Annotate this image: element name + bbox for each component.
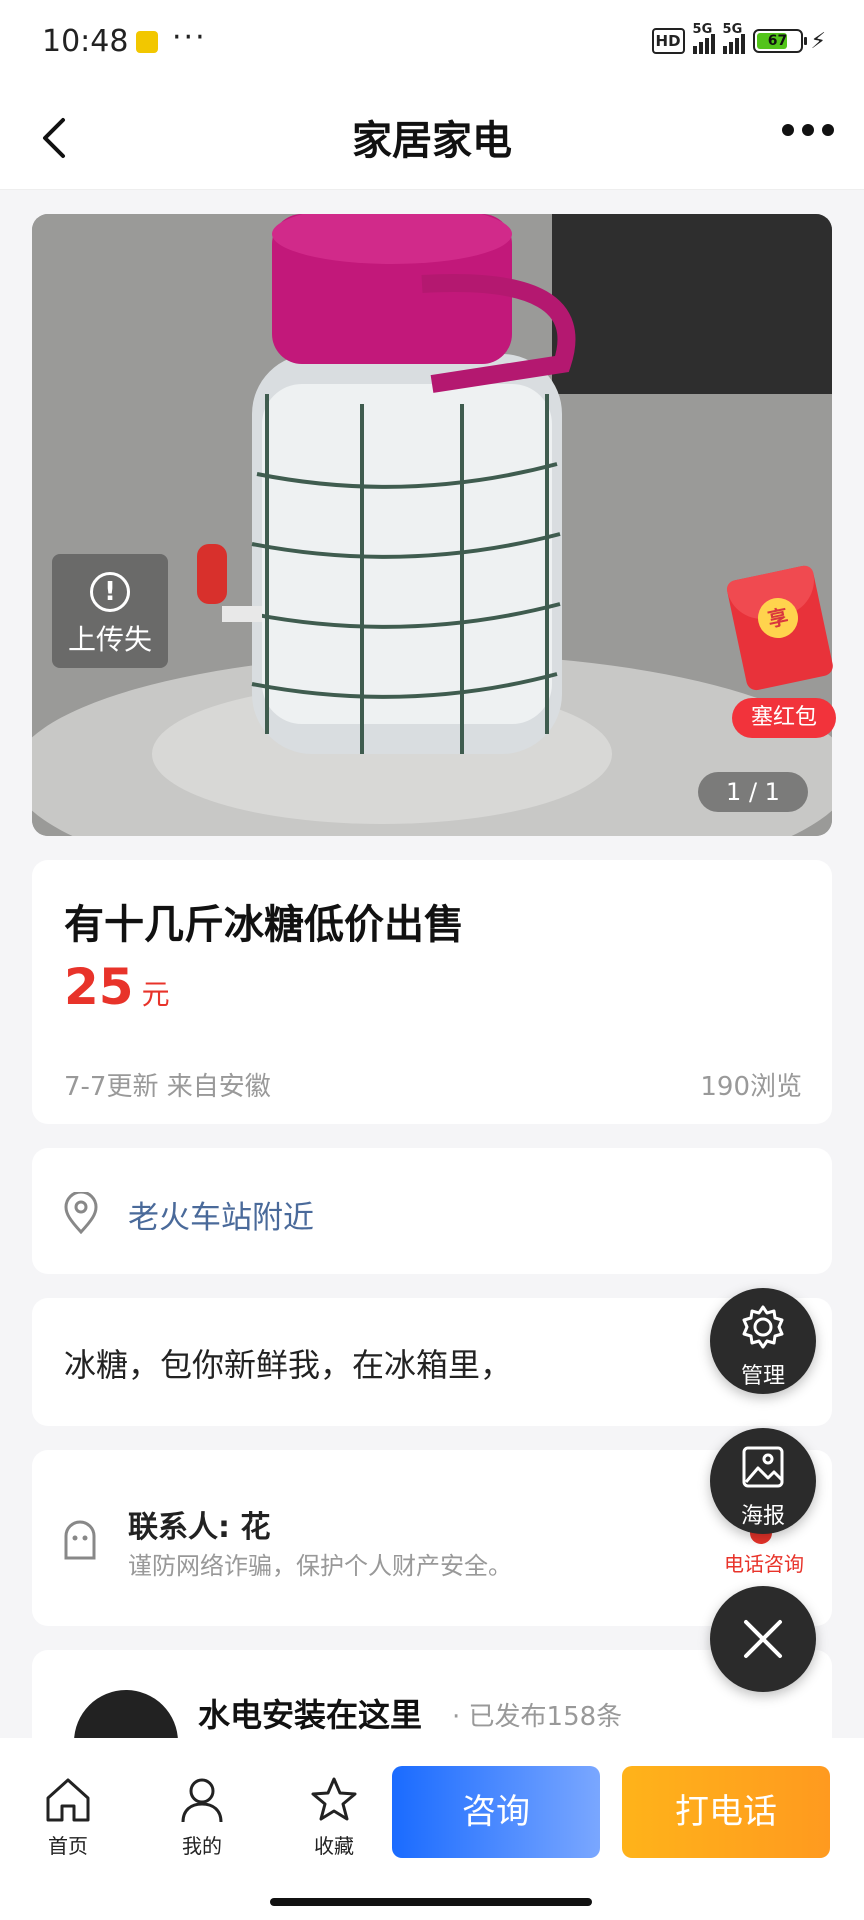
call-button[interactable]: 打电话: [622, 1766, 830, 1858]
gear-icon: [742, 1305, 784, 1349]
author-post-count: · 已发布158条: [452, 1702, 623, 1732]
description-text: 冰糖，包你新鲜我，在冰箱里，: [64, 1346, 513, 1384]
tab-favorite-label: 收藏: [314, 1834, 354, 1858]
price-unit: 元: [141, 978, 170, 1011]
fraud-warning: 谨防网络诈骗，保护个人财产安全。: [128, 1552, 512, 1580]
image-icon: [742, 1446, 784, 1488]
star-icon: [311, 1777, 357, 1821]
location-pin-icon: [62, 1190, 100, 1238]
red-packet-button[interactable]: 塞红包: [732, 698, 836, 738]
poster-button[interactable]: 海报: [710, 1428, 816, 1534]
tab-home-label: 首页: [48, 1834, 88, 1858]
user-icon: [181, 1778, 223, 1823]
photo-counter: 1 / 1: [698, 772, 808, 812]
location-card[interactable]: 老火车站附近: [32, 1148, 832, 1274]
home-indicator: [270, 1898, 592, 1906]
signal-icon: 5G: [722, 22, 745, 54]
status-indicators: HD 5G 5G 67 ⚡: [651, 22, 826, 56]
warning-icon: !: [90, 572, 130, 612]
manage-label: 管理: [740, 1364, 785, 1389]
red-packet-icon[interactable]: 享: [725, 564, 835, 692]
author-name: 水电安装在这里: [198, 1696, 423, 1734]
signal-icon: 5G: [692, 22, 715, 54]
nav-header: 家居家电: [0, 84, 864, 190]
page-title: 家居家电: [352, 118, 512, 164]
price-value: 25: [64, 958, 134, 1016]
home-icon: [46, 1778, 90, 1822]
listing-title: 有十几斤冰糖低价出售: [64, 902, 464, 948]
manage-button[interactable]: 管理: [710, 1288, 816, 1394]
phone-consult-link[interactable]: 电话咨询: [724, 1548, 804, 1577]
tab-home[interactable]: 首页: [28, 1776, 108, 1859]
charging-icon: ⚡: [810, 28, 826, 54]
notification-app-icon: [136, 31, 158, 53]
contact-person-icon: [60, 1516, 100, 1564]
status-time: 10:48: [42, 24, 129, 59]
upload-failed-label: 上传失: [67, 623, 152, 656]
poster-label: 海报: [740, 1504, 785, 1529]
consult-button[interactable]: 咨询: [392, 1766, 600, 1858]
status-more-dots: ···: [172, 20, 207, 55]
battery-icon: 67: [752, 29, 807, 53]
update-info: 7-7更新 来自安徽: [64, 1072, 271, 1102]
contact-name: 联系人: 花: [128, 1510, 271, 1545]
network-label: 5G: [722, 22, 743, 37]
photo-image: [32, 214, 832, 836]
more-icon[interactable]: [782, 124, 834, 136]
upload-failed-badge[interactable]: ! 上传失: [52, 554, 168, 668]
listing-price: 25 元: [64, 958, 170, 1016]
tab-favorite[interactable]: 收藏: [294, 1776, 374, 1859]
tab-mine[interactable]: 我的: [162, 1776, 242, 1859]
bottom-action-bar: 首页 我的 收藏 咨询 打电话: [0, 1738, 864, 1920]
listing-photo[interactable]: ! 上传失 1 / 1: [32, 214, 832, 836]
listing-info-card: 有十几斤冰糖低价出售 25 元 7-7更新 来自安徽 190浏览: [32, 860, 832, 1124]
close-icon: [744, 1620, 782, 1658]
hd-icon: HD: [651, 28, 685, 54]
network-label: 5G: [692, 22, 713, 37]
view-count: 190浏览: [700, 1072, 802, 1102]
tab-mine-label: 我的: [182, 1834, 222, 1858]
battery-level: 67: [767, 33, 788, 49]
status-bar: 10:48 ··· HD 5G 5G 67 ⚡: [0, 0, 864, 84]
location-text: 老火车站附近: [128, 1200, 314, 1236]
close-fab-button[interactable]: [710, 1586, 816, 1692]
